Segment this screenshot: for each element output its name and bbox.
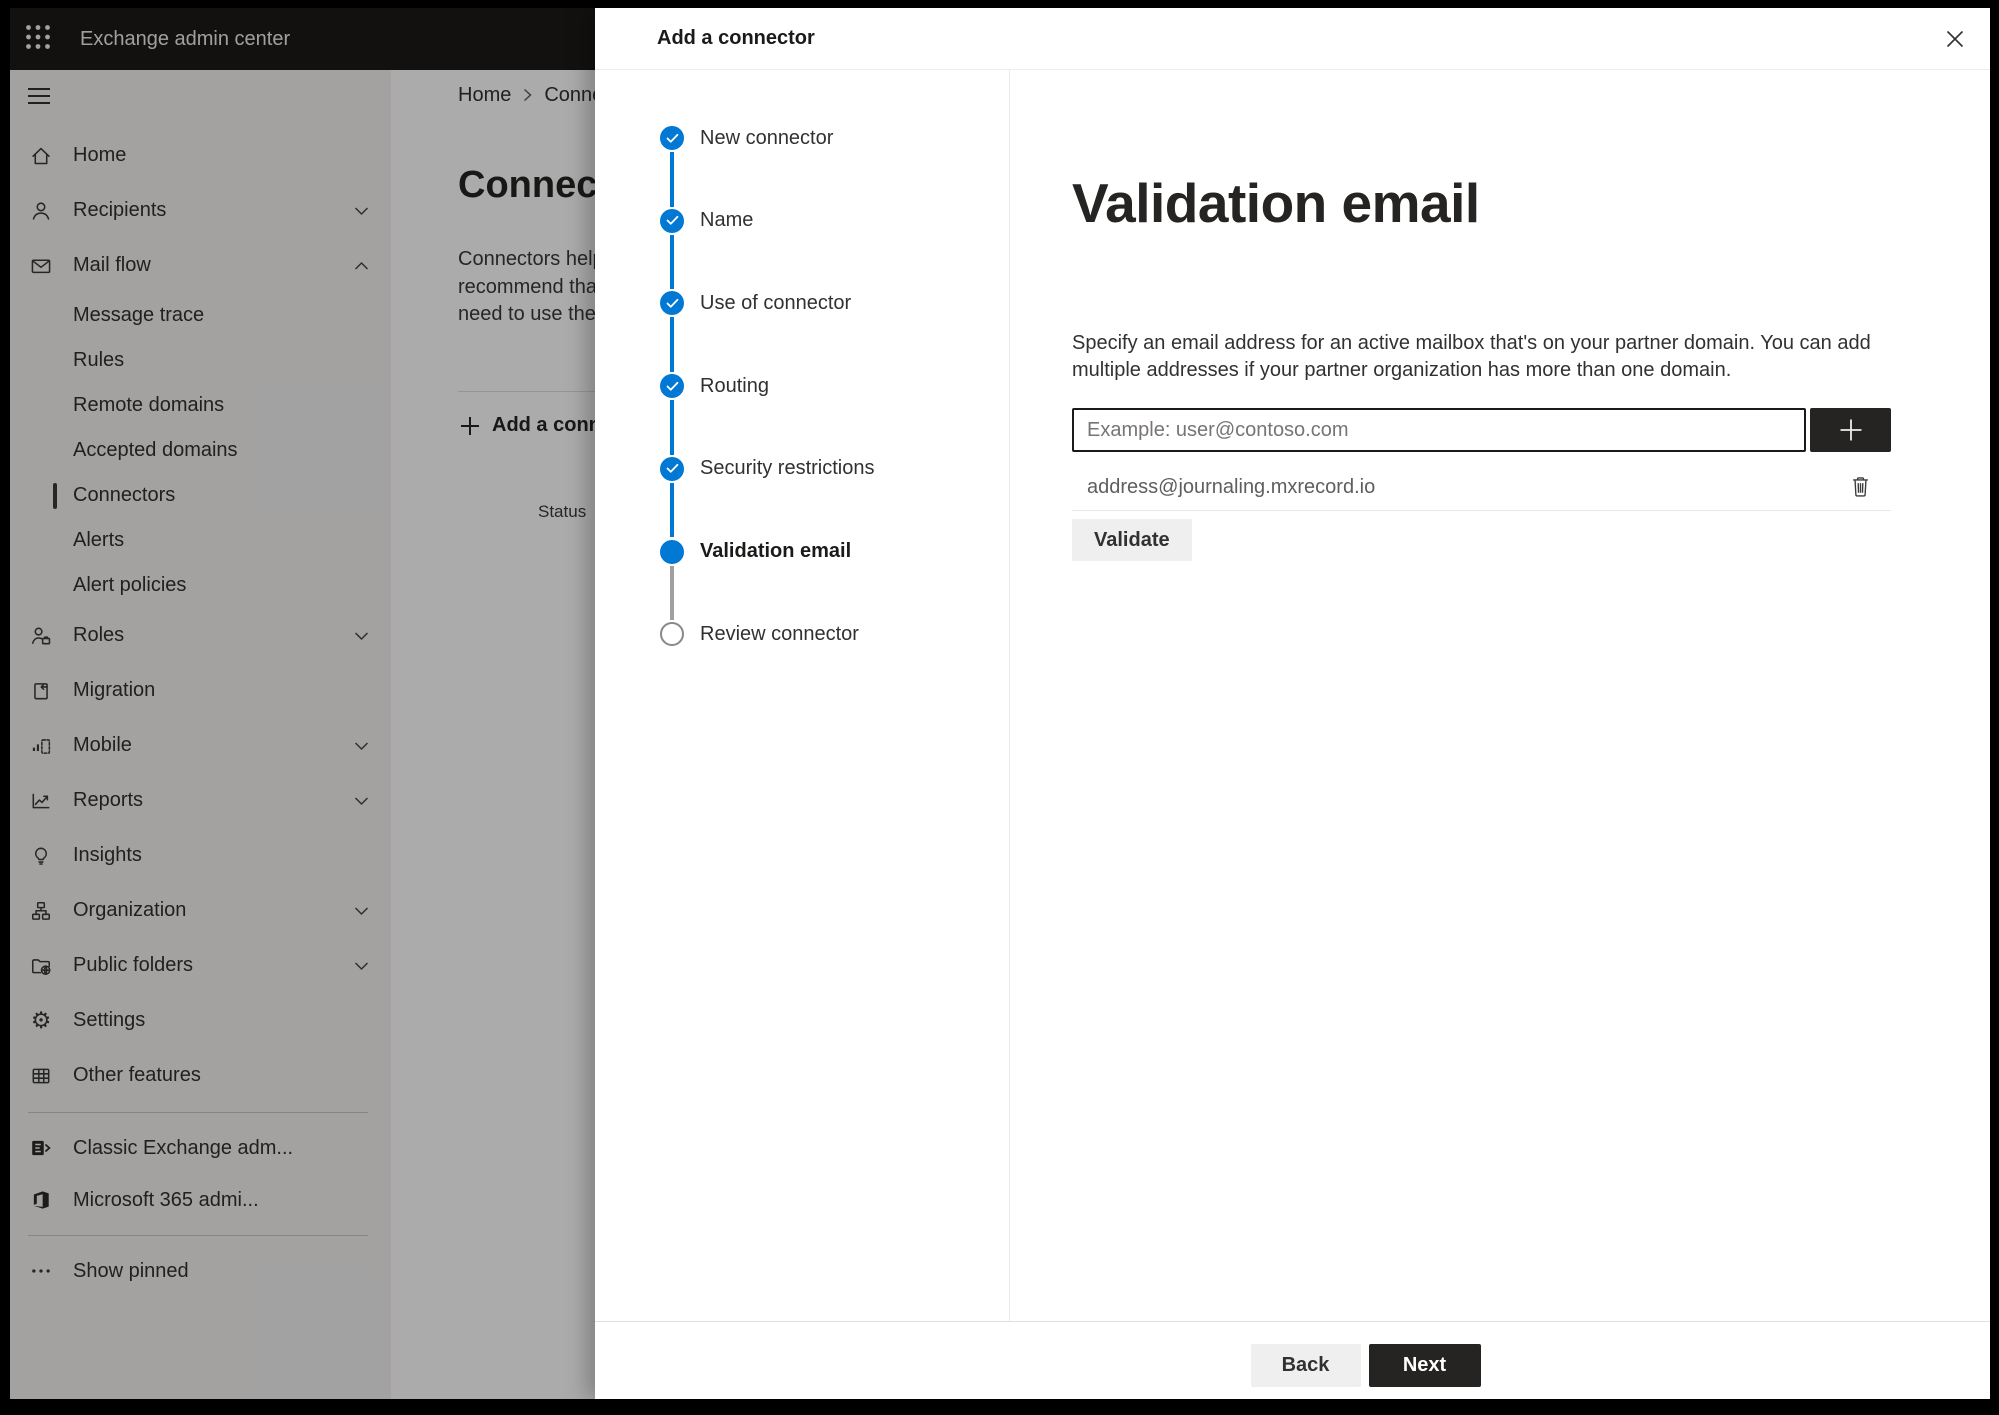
step-name[interactable]: Name bbox=[660, 208, 754, 233]
step-circle bbox=[660, 539, 684, 564]
step-connector-line bbox=[670, 400, 674, 455]
step-circle bbox=[660, 622, 684, 647]
step-heading: Validation email bbox=[1072, 172, 1480, 234]
step-routing[interactable]: Routing bbox=[660, 374, 769, 399]
divider bbox=[1072, 510, 1891, 511]
panel-body: New connector Name Use of connector Routing… bbox=[595, 70, 1990, 1321]
step-label: Routing bbox=[700, 374, 769, 397]
step-label: Name bbox=[700, 209, 754, 232]
address-row: address@journaling.mxrecord.io bbox=[1072, 464, 1891, 510]
validate-button[interactable]: Validate bbox=[1072, 519, 1192, 561]
email-input[interactable] bbox=[1072, 408, 1806, 452]
close-icon bbox=[1944, 28, 1966, 50]
step-circle bbox=[660, 291, 684, 316]
panel-title: Add a connector bbox=[657, 27, 815, 49]
step-label: Validation email bbox=[700, 540, 852, 562]
step-use-of-connector[interactable]: Use of connector bbox=[660, 291, 852, 316]
address-list: address@journaling.mxrecord.io bbox=[1072, 464, 1891, 510]
step-security-restrictions[interactable]: Security restrictions bbox=[660, 456, 875, 481]
add-connector-panel: Add a connector New connector Name Use of … bbox=[595, 8, 1990, 1399]
panel-footer: Back Next bbox=[595, 1321, 1990, 1399]
next-button[interactable]: Next bbox=[1368, 1344, 1481, 1387]
delete-address-button[interactable] bbox=[1846, 472, 1875, 502]
step-connector-line bbox=[670, 317, 674, 373]
step-circle bbox=[660, 126, 684, 150]
plus-icon bbox=[1836, 415, 1866, 445]
step-connector-line bbox=[670, 565, 674, 621]
step-connector-line bbox=[670, 482, 674, 538]
step-connector-line bbox=[670, 234, 674, 290]
step-label: Review connector bbox=[700, 622, 859, 645]
step-content: Validation email Specify an email addres… bbox=[1010, 70, 1990, 1321]
step-circle bbox=[660, 208, 684, 233]
back-button[interactable]: Back bbox=[1250, 1344, 1361, 1387]
address-text: address@journaling.mxrecord.io bbox=[1087, 475, 1376, 498]
step-validation-email[interactable]: Validation email bbox=[660, 539, 852, 564]
step-circle bbox=[660, 456, 684, 481]
step-label: New connector bbox=[700, 126, 834, 149]
app-window: Exchange admin center Home Recipients Mail… bbox=[10, 8, 1990, 1399]
step-connector-line bbox=[670, 152, 674, 207]
step-new-connector[interactable]: New connector bbox=[660, 126, 833, 150]
step-label: Use of connector bbox=[700, 291, 852, 314]
step-label: Security restrictions bbox=[700, 457, 875, 480]
add-address-button[interactable] bbox=[1810, 408, 1891, 452]
trash-icon bbox=[1850, 477, 1871, 501]
wizard-stepper: New connector Name Use of connector Routing… bbox=[595, 70, 1010, 1321]
panel-header: Add a connector bbox=[595, 8, 1990, 70]
step-description: Specify an email address for an active m… bbox=[1072, 332, 1871, 381]
step-review-connector[interactable]: Review connector bbox=[660, 622, 859, 647]
close-button[interactable] bbox=[1936, 20, 1974, 58]
email-input-row bbox=[1072, 408, 1891, 452]
step-circle bbox=[660, 374, 684, 399]
